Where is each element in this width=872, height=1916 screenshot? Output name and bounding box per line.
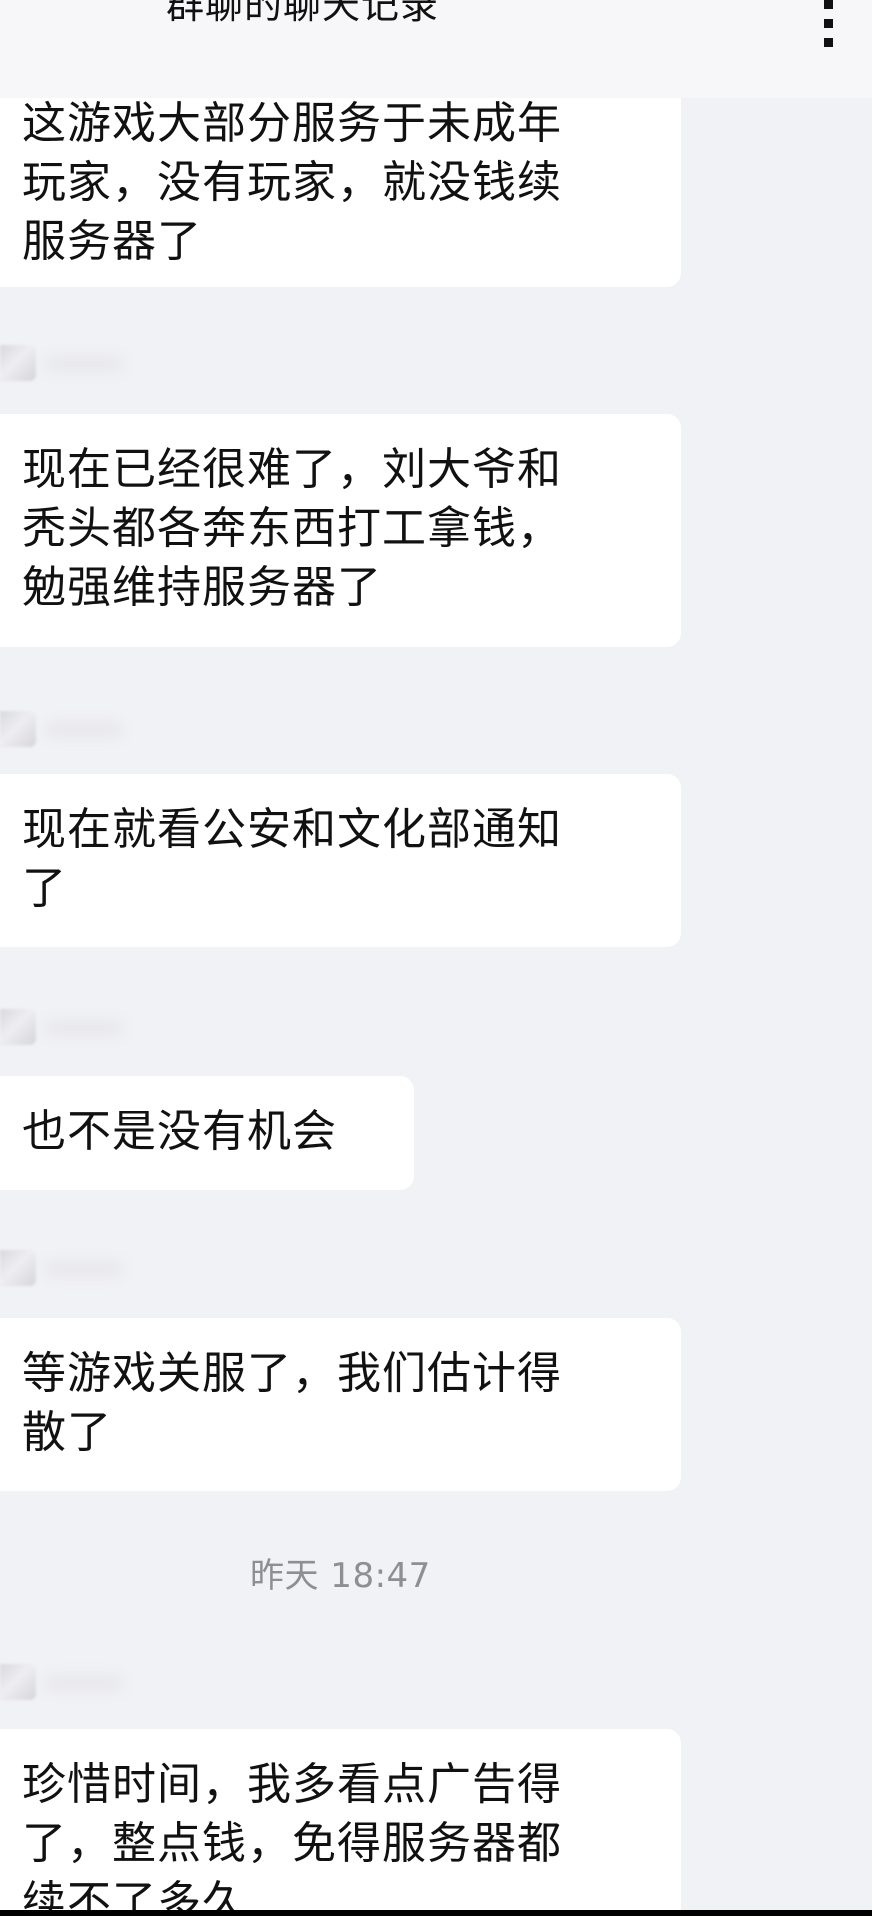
message-bubble[interactable]: 也不是没有机会	[0, 1076, 414, 1190]
avatar[interactable]	[0, 345, 36, 381]
message-text: 也不是没有机会	[22, 1106, 337, 1157]
more-vertical-icon	[824, 0, 833, 9]
message-text: 服务器了	[22, 216, 202, 267]
more-vertical-icon	[824, 38, 833, 47]
more-options-button[interactable]	[814, 0, 844, 56]
sender-name-blurred	[44, 721, 124, 739]
more-vertical-icon	[824, 19, 833, 28]
sender-name-blurred	[44, 1019, 124, 1037]
message-text: 现在就看公安和文化部通知	[22, 804, 562, 855]
message-bubble[interactable]: 等游戏关服了，我们估计得 散了	[0, 1318, 681, 1491]
sender-name-blurred	[44, 1674, 124, 1692]
message-text: 玩家，没有玩家，就没钱续	[22, 157, 562, 208]
message-text: 散了	[22, 1407, 112, 1458]
message-text: 秃头都各奔东西打工拿钱，	[22, 503, 562, 554]
message-text: 这游戏大部分服务于未成年	[22, 98, 562, 149]
avatar[interactable]	[0, 1664, 36, 1700]
sender-name-blurred	[44, 1260, 124, 1278]
message-bubble[interactable]: 现在就看公安和文化部通知 了	[0, 774, 681, 947]
message-bubble[interactable]: 现在已经很难了，刘大爷和 秃头都各奔东西打工拿钱， 勉强维持服务器了	[0, 414, 681, 647]
message-text: 现在已经很难了，刘大爷和	[22, 444, 562, 495]
message-text: 等游戏关服了，我们估计得	[22, 1348, 562, 1399]
page-title: 群聊的聊天记录	[166, 0, 440, 27]
message-bubble[interactable]: 珍惜时间，我多看点广告得 了，整点钱，免得服务器都 续不了多久	[0, 1729, 681, 1916]
avatar[interactable]	[0, 1009, 36, 1045]
chat-message-list[interactable]: 这游戏大部分服务于未成年 玩家，没有玩家，就没钱续 服务器了 现在已经很难了，刘…	[0, 0, 872, 1916]
bottom-edge-bar	[0, 1910, 872, 1916]
avatar[interactable]	[0, 711, 36, 747]
chat-header: 群聊的聊天记录	[0, 0, 872, 98]
avatar[interactable]	[0, 1250, 36, 1286]
message-text: 了，整点钱，免得服务器都	[22, 1818, 562, 1869]
message-text: 勉强维持服务器了	[22, 562, 382, 613]
message-text: 了	[22, 863, 67, 914]
message-text: 珍惜时间，我多看点广告得	[22, 1759, 562, 1810]
message-timestamp: 昨天 18:47	[250, 1556, 431, 1596]
sender-name-blurred	[44, 355, 124, 373]
